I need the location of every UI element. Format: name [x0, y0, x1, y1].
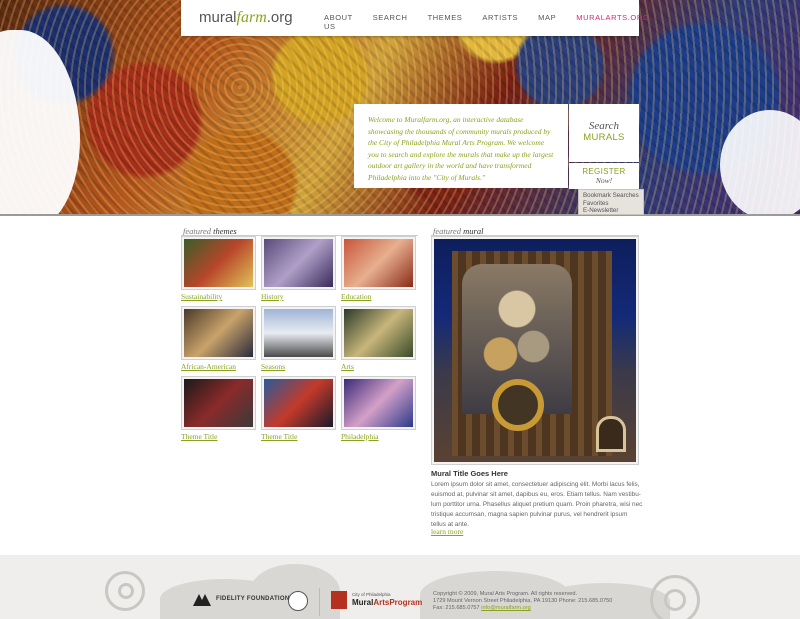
register-label: REGISTER: [582, 167, 626, 176]
welcome-text: Welcome to Muralfarm.org, an interactive…: [354, 104, 568, 188]
theme-thumb-theme-title-2[interactable]: [261, 376, 336, 430]
theme-thumb-history[interactable]: [261, 236, 336, 290]
nav-muralarts[interactable]: MURALARTS.ORG: [576, 13, 649, 31]
menu-item-newsletter[interactable]: E-Newsletter: [583, 207, 643, 215]
theme-thumb-sustainability[interactable]: [181, 236, 256, 290]
register-now-label: Now!: [595, 176, 613, 185]
logo-prefix: Mural: [352, 598, 374, 607]
hero-divider: [0, 214, 800, 220]
mural-title: Mural Title Goes Here: [431, 469, 508, 478]
fax-line: Fax: 215.685.0757 info@muralfarm.org: [433, 605, 643, 612]
site-logo[interactable]: muralfarm.org: [199, 9, 293, 27]
theme-link-arts[interactable]: Arts: [341, 362, 354, 371]
top-nav-bar: muralfarm.org ABOUT US SEARCH THEMES ART…: [181, 0, 649, 36]
theme-thumb-african-american[interactable]: [181, 306, 256, 360]
theme-thumb-education[interactable]: [341, 236, 416, 290]
nav-map[interactable]: MAP: [538, 13, 556, 31]
theme-thumb-theme-title-1[interactable]: [181, 376, 256, 430]
featured-mural-image[interactable]: [431, 236, 639, 465]
theme-link-philadelphia[interactable]: Philadelphia: [341, 432, 379, 441]
nav-about-us[interactable]: ABOUT US: [324, 13, 353, 31]
city-seal-icon: [288, 591, 308, 611]
nav-themes[interactable]: THEMES: [428, 13, 463, 31]
murals-label: MURALS: [583, 132, 625, 143]
nav-artists[interactable]: ARTISTS: [482, 13, 518, 31]
theme-link-theme-title-2[interactable]: Theme Title: [261, 432, 297, 441]
paint-splatter: [720, 110, 800, 218]
main-nav: ABOUT US SEARCH THEMES ARTISTS MAP MURAL…: [324, 13, 669, 31]
theme-thumb-seasons[interactable]: [261, 306, 336, 360]
fidelity-foundation-logo[interactable]: FIDELITY FOUNDATION: [216, 596, 289, 602]
register-button[interactable]: REGISTER Now!: [569, 163, 639, 189]
theme-link-history[interactable]: History: [261, 292, 284, 301]
search-murals-button[interactable]: Search MURALS: [569, 104, 639, 162]
learn-more-link[interactable]: learn more: [431, 527, 463, 536]
mural-arts-program-logo[interactable]: MuralArtsProgram: [352, 598, 422, 607]
theme-link-african-american[interactable]: African-American: [181, 362, 236, 371]
search-label: Search: [588, 120, 620, 132]
map-city-label: City of Philadelphia: [352, 592, 391, 597]
theme-link-sustainability[interactable]: Sustainability: [181, 292, 222, 301]
theme-link-theme-title-1[interactable]: Theme Title: [181, 432, 217, 441]
paint-splatter: [0, 30, 80, 218]
address-text: 1729 Mount Vernon Street Philadelphia, P…: [433, 598, 613, 604]
theme-thumb-philadelphia[interactable]: [341, 376, 416, 430]
theme-link-seasons[interactable]: Seasons: [261, 362, 285, 371]
mural-description: Lorem ipsum dolor sit amet, consectetuer…: [431, 481, 643, 528]
nav-search[interactable]: SEARCH: [373, 13, 408, 31]
mural-arts-logo-icon: [331, 591, 347, 609]
logo-prefix: mural: [199, 9, 237, 26]
theme-thumb-arts[interactable]: [341, 306, 416, 360]
copyright-text: Copyright © 2009, Mural Arts Program. Al…: [433, 591, 578, 597]
logo-suffix: .org: [266, 9, 293, 26]
footer-divider: [319, 588, 320, 616]
fidelity-logo-icon: [193, 594, 211, 606]
menu-item-favorites[interactable]: Favorites: [583, 200, 643, 208]
fax-text: Fax: 215.685.0757: [433, 605, 480, 611]
logo-suffix: ArtsProgram: [373, 598, 423, 607]
logo-italic: farm: [236, 9, 267, 26]
register-menu: Bookmark Searches Favorites E-Newsletter: [578, 189, 644, 215]
menu-item-bookmark[interactable]: Bookmark Searches: [583, 192, 643, 200]
footer: [0, 555, 800, 619]
footer-contact: Copyright © 2009, Mural Arts Program. Al…: [433, 591, 643, 612]
email-link[interactable]: info@muralfarm.org: [481, 605, 531, 611]
theme-link-education[interactable]: Education: [341, 292, 371, 301]
